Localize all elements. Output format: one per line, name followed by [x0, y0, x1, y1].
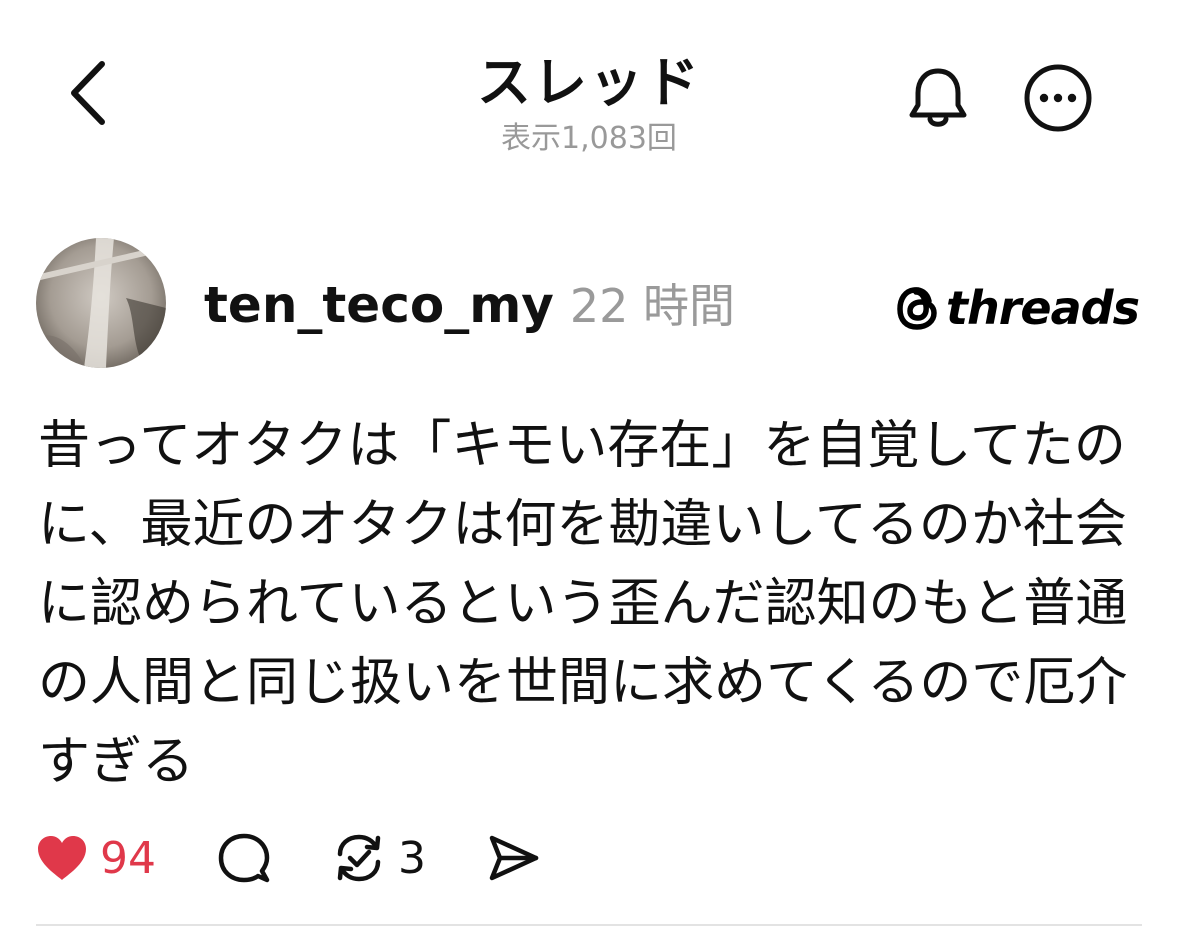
more-options-button[interactable] [1020, 60, 1096, 136]
post-timestamp: 22 時間 [569, 279, 736, 333]
notification-button[interactable] [900, 60, 976, 136]
more-icon [1024, 64, 1092, 132]
author-row: ten_teco_my 22 時間 [204, 270, 735, 340]
threads-wordmark: threads [946, 281, 1140, 335]
repost-button[interactable]: 3 [332, 832, 426, 884]
username-link[interactable]: ten_teco_my [204, 276, 554, 334]
thread-screen: スレッド 表示1,083回 ten_teco_my 22 時間 threads … [0, 0, 1178, 930]
like-button[interactable]: 94 [36, 833, 156, 884]
like-count: 94 [100, 832, 156, 884]
bell-icon [909, 68, 967, 127]
avatar[interactable] [36, 238, 166, 368]
divider [36, 924, 1142, 926]
page-title: スレッド [477, 51, 701, 114]
repost-icon [337, 834, 381, 882]
post-actions: 94 3 [36, 826, 602, 890]
comment-icon [218, 833, 270, 883]
threads-logo: threads [896, 280, 1140, 336]
post-text: 昔ってオタクは「キモい存在」を自覚してたのに、最近のオタクは何を勘違いしてるのか… [38, 416, 1128, 792]
repost-count: 3 [398, 832, 426, 884]
view-count: 表示1,083回 [501, 121, 677, 156]
send-icon [489, 835, 539, 881]
threads-icon [897, 287, 937, 330]
heart-icon [38, 836, 86, 880]
reply-button[interactable] [218, 832, 270, 884]
avatar-image [36, 238, 166, 368]
share-button[interactable] [488, 833, 540, 883]
